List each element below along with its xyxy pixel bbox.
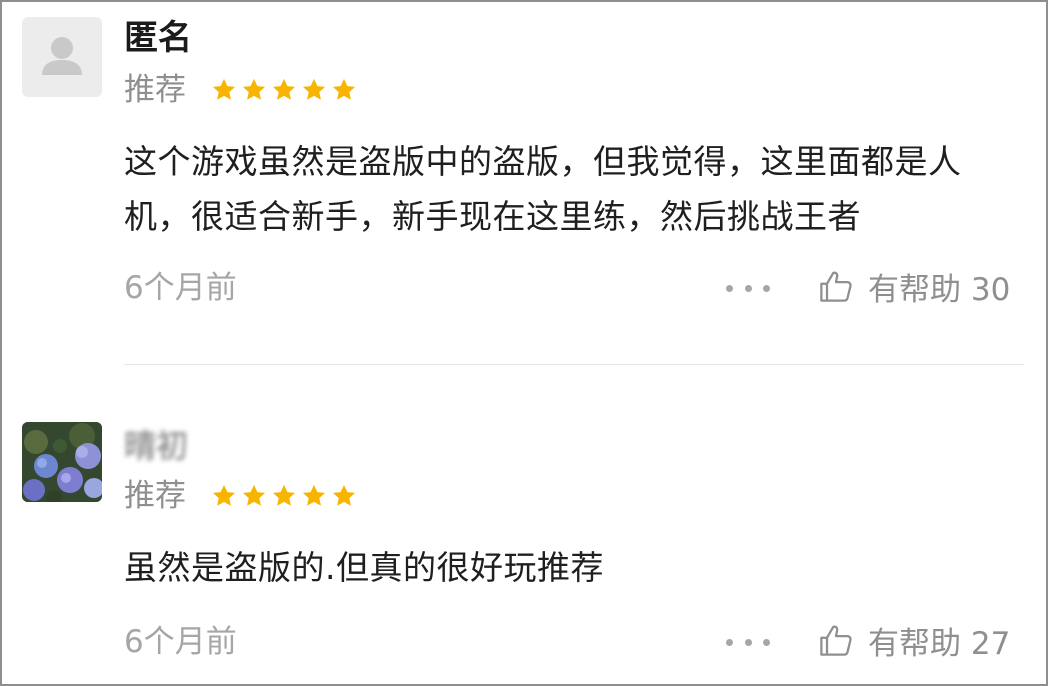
helpful-button[interactable]: 有帮助 27: [818, 620, 1011, 662]
star-icon: [332, 78, 356, 100]
divider: [124, 364, 1024, 365]
more-dot-icon: [763, 638, 770, 646]
more-options-button[interactable]: [726, 636, 770, 648]
username[interactable]: 匿名: [124, 18, 192, 58]
helpful-button[interactable]: 有帮助 30: [818, 266, 1011, 308]
helpful-count: 有帮助 30: [868, 271, 1011, 308]
more-dot-icon: [744, 284, 752, 292]
more-dot-icon: [726, 638, 733, 646]
star-icon: [302, 484, 326, 506]
recommend-tag: 推荐: [124, 72, 186, 108]
star-icon: [212, 484, 236, 506]
star-icon: [242, 78, 266, 100]
anonymous-avatar[interactable]: [22, 17, 102, 97]
user-avatar[interactable]: [22, 422, 102, 502]
star-icon: [212, 78, 236, 100]
star-icon: [302, 78, 326, 100]
thumbs-up-icon: [820, 271, 852, 302]
star-rating: [210, 76, 358, 104]
star-icon: [272, 484, 296, 506]
more-dot-icon: [744, 638, 752, 646]
helpful-count: 有帮助 27: [868, 625, 1011, 662]
review-time: 6个月前: [124, 270, 237, 306]
review-text: 虽然是盗版的.但真的很好玩推荐: [124, 548, 604, 587]
more-dot-icon: [763, 284, 770, 292]
star-rating: [210, 482, 358, 510]
star-icon: [242, 484, 266, 506]
star-icon: [272, 78, 296, 100]
more-dot-icon: [726, 284, 733, 292]
hydrangea-photo-icon: [22, 422, 102, 502]
review-text: 这个游戏虽然是盗版中的盗版，但我觉得，这里面都是人机，很适合新手，新手现在这里练…: [124, 142, 962, 236]
star-icon: [332, 484, 356, 506]
user-silhouette-icon: [42, 37, 82, 75]
more-options-button[interactable]: [726, 282, 770, 294]
thumbs-up-icon: [820, 625, 852, 656]
username[interactable]: 晴初: [124, 426, 188, 466]
recommend-tag: 推荐: [124, 478, 186, 514]
reviews-panel: 匿名 推荐 这个游戏虽然是盗版中的盗版，但我觉得，这里面都是人机，很适合新手，新…: [0, 0, 1048, 686]
review-time: 6个月前: [124, 624, 237, 660]
